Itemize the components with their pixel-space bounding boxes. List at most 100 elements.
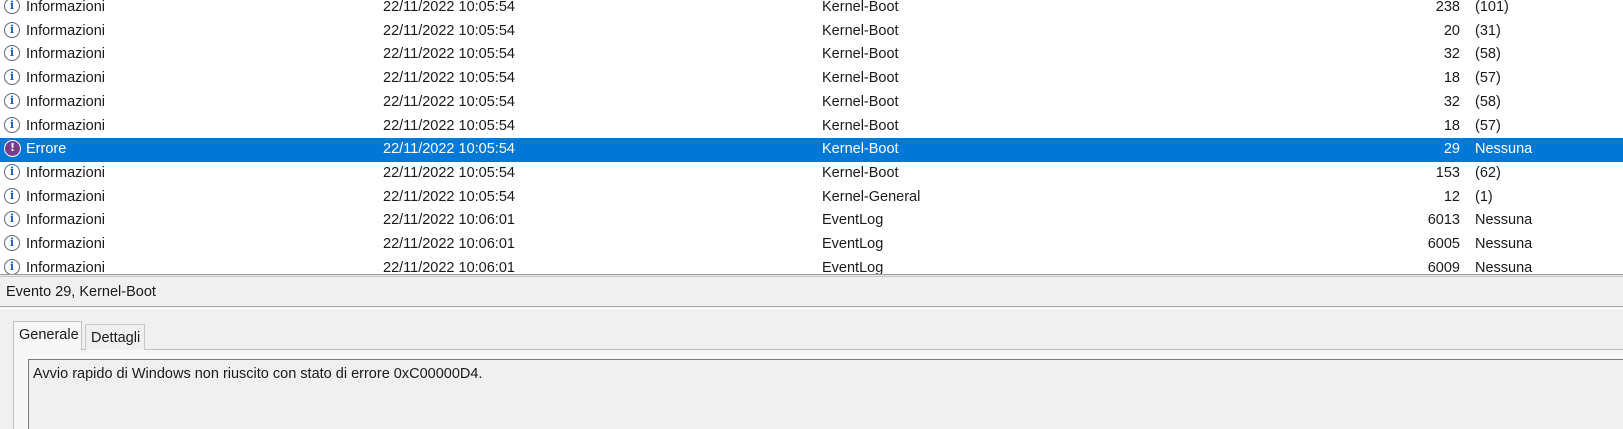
info-icon: i: [4, 69, 20, 86]
event-level: Errore: [26, 141, 67, 158]
event-category: (62): [1475, 164, 1501, 181]
event-source: Kernel-Boot: [822, 0, 899, 15]
event-row[interactable]: i Informazioni 22/11/2022 10:06:01 EventLog…: [0, 233, 1623, 257]
event-source: Kernel-Boot: [822, 93, 899, 110]
event-level-icon-cell: i: [4, 162, 24, 186]
event-row[interactable]: i Informazioni 22/11/2022 10:05:54 Kernel-B…: [0, 115, 1623, 139]
event-category: (57): [1475, 70, 1501, 87]
event-id: 20: [1443, 22, 1460, 39]
event-id: 12: [1443, 188, 1460, 205]
event-detail-title: Evento 29, Kernel-Boot: [0, 277, 1623, 307]
event-level-icon-cell: i: [4, 91, 24, 115]
event-datetime: 22/11/2022 10:05:54: [383, 117, 515, 134]
info-icon: i: [4, 116, 20, 133]
event-category: (58): [1475, 46, 1501, 63]
event-category: Nessuna: [1475, 212, 1533, 229]
info-icon: i: [4, 0, 20, 14]
event-level: Informazioni: [26, 212, 105, 229]
event-id: 18: [1443, 70, 1460, 87]
event-level: Informazioni: [26, 93, 105, 110]
info-icon: i: [4, 21, 20, 38]
event-level: Informazioni: [26, 22, 105, 39]
event-category: Nessuna: [1475, 141, 1533, 158]
event-row[interactable]: i Informazioni 22/11/2022 10:05:54 Kernel-B…: [0, 67, 1623, 91]
event-id: 6009: [1427, 259, 1460, 274]
event-datetime: 22/11/2022 10:06:01: [383, 259, 515, 274]
event-row[interactable]: i Informazioni 22/11/2022 10:05:54 Kernel-B…: [0, 91, 1623, 115]
info-icon: i: [4, 258, 20, 274]
event-source: Kernel-Boot: [822, 141, 899, 158]
event-id: 238: [1435, 0, 1460, 15]
event-row[interactable]: i Informazioni 22/11/2022 10:06:01 EventLog…: [0, 209, 1623, 233]
event-source: Kernel-Boot: [822, 164, 899, 181]
event-level: Informazioni: [26, 70, 105, 87]
event-id: 32: [1443, 93, 1460, 110]
info-icon: i: [4, 187, 20, 204]
event-level: Informazioni: [26, 236, 105, 252]
event-row[interactable]: i Informazioni 22/11/2022 10:05:54 Kernel-B…: [0, 162, 1623, 186]
event-level: Informazioni: [26, 46, 105, 63]
event-source: EventLog: [822, 236, 884, 252]
event-datetime: 22/11/2022 10:06:01: [383, 236, 515, 252]
event-source: EventLog: [822, 259, 884, 274]
info-icon: i: [4, 235, 20, 251]
event-category: Nessuna: [1475, 259, 1533, 274]
event-datetime: 22/11/2022 10:05:54: [383, 0, 515, 15]
event-source: Kernel-Boot: [822, 46, 899, 63]
event-row[interactable]: ! Errore 22/11/2022 10:05:54 Kernel-Boot 29 N…: [0, 138, 1623, 162]
event-source: EventLog: [822, 212, 884, 229]
event-id: 29: [1443, 141, 1460, 158]
tab-generale[interactable]: Generale: [13, 321, 82, 350]
event-category: (31): [1475, 22, 1501, 39]
event-datetime: 22/11/2022 10:05:54: [383, 70, 515, 87]
tab-content-generale: Avvio rapido di Windows non riuscito con…: [13, 349, 1623, 429]
event-source: Kernel-General: [822, 188, 921, 205]
event-datetime: 22/11/2022 10:05:54: [383, 22, 515, 39]
event-source: Kernel-Boot: [822, 22, 899, 39]
info-icon: i: [4, 45, 20, 62]
error-icon: !: [4, 140, 21, 158]
event-id: 18: [1443, 117, 1460, 134]
event-viewer-window: i Informazioni 22/11/2022 10:05:54 Kernel-B…: [0, 0, 1623, 429]
event-level: Informazioni: [26, 259, 105, 274]
event-level-icon-cell: i: [4, 43, 24, 67]
info-icon: i: [4, 211, 20, 228]
event-datetime: 22/11/2022 10:05:54: [383, 164, 515, 181]
event-datetime: 22/11/2022 10:05:54: [383, 46, 515, 63]
event-list[interactable]: i Informazioni 22/11/2022 10:05:54 Kernel-B…: [0, 0, 1623, 274]
event-row[interactable]: i Informazioni 22/11/2022 10:06:01 EventLog…: [0, 257, 1623, 274]
info-icon: i: [4, 163, 20, 180]
event-level-icon-cell: !: [4, 138, 24, 162]
event-category: (57): [1475, 117, 1501, 134]
event-category: (101): [1475, 0, 1509, 15]
event-row[interactable]: i Informazioni 22/11/2022 10:05:54 Kernel-B…: [0, 0, 1623, 20]
event-level-icon-cell: i: [4, 67, 24, 91]
tab-dettagli[interactable]: Dettagli: [85, 324, 145, 350]
event-level: Informazioni: [26, 117, 105, 134]
event-source: Kernel-Boot: [822, 117, 899, 134]
event-datetime: 22/11/2022 10:05:54: [383, 188, 515, 205]
event-level-icon-cell: i: [4, 0, 24, 20]
event-level-icon-cell: i: [4, 20, 24, 44]
event-datetime: 22/11/2022 10:05:54: [383, 141, 515, 158]
event-level-icon-cell: i: [4, 257, 24, 274]
event-level-icon-cell: i: [4, 186, 24, 210]
event-id: 32: [1443, 46, 1460, 63]
event-level-icon-cell: i: [4, 115, 24, 139]
event-level: Informazioni: [26, 188, 105, 205]
event-source: Kernel-Boot: [822, 70, 899, 87]
event-category: Nessuna: [1475, 236, 1533, 252]
event-row[interactable]: i Informazioni 22/11/2022 10:05:54 Kernel-G…: [0, 186, 1623, 210]
event-row[interactable]: i Informazioni 22/11/2022 10:05:54 Kernel-B…: [0, 43, 1623, 67]
event-message-text[interactable]: Avvio rapido di Windows non riuscito con…: [28, 359, 1623, 429]
event-level: Informazioni: [26, 164, 105, 181]
event-level-icon-cell: i: [4, 209, 24, 233]
divider: [0, 308, 1623, 309]
event-id: 6005: [1427, 236, 1460, 252]
event-id: 6013: [1427, 212, 1460, 229]
event-id: 153: [1435, 164, 1460, 181]
info-icon: i: [4, 92, 20, 109]
event-level-icon-cell: i: [4, 233, 24, 257]
event-category: (58): [1475, 93, 1501, 110]
event-row[interactable]: i Informazioni 22/11/2022 10:05:54 Kernel-B…: [0, 20, 1623, 44]
